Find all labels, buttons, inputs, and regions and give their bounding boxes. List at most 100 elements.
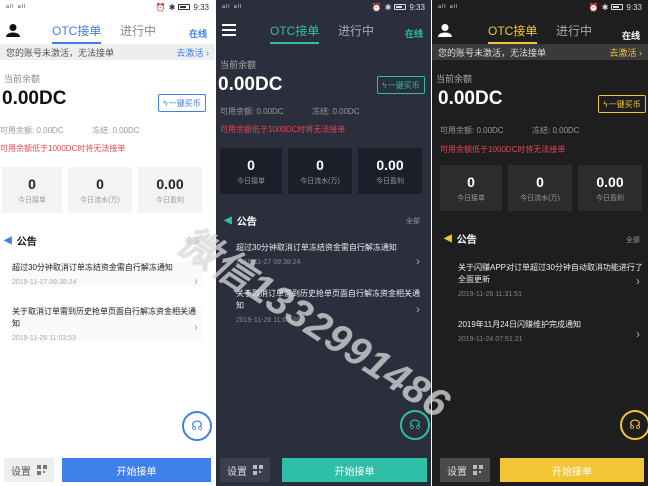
speaker-icon: ◀ (4, 235, 12, 246)
balance-warning: 可用余额低于1000DC时将无法接单 (0, 144, 126, 153)
start-orders-button[interactable]: 开始接单 (500, 458, 644, 482)
view-all-link[interactable]: 全部 (626, 235, 640, 245)
battery-icon (178, 4, 191, 10)
announcement-item[interactable]: 关于取消订单需到历史抢单页面自行解冻资金相关通知 2019-11-26 11:0… (236, 288, 424, 324)
tab-in-progress[interactable]: 进行中 (338, 22, 374, 39)
clock: 9:33 (626, 2, 642, 12)
stat-today-orders: 0 今日接单 (220, 148, 282, 194)
customer-support-button[interactable]: ☊ (182, 411, 212, 441)
speaker-icon: ◀ (224, 215, 232, 226)
bottom-bar: 设置 开始接单 (4, 458, 211, 482)
status-bar: ᵃˡˡ ᵃˡˡ ⏰ ✱ 9:33 (432, 0, 648, 14)
tab-otc-orders[interactable]: OTC接单 (488, 22, 538, 44)
header: OTC接单 进行中 在线 (216, 14, 431, 44)
balance-title: 当前余额 (4, 74, 41, 84)
alarm-icon: ⏰ (588, 2, 599, 12)
bluetooth-icon: ✱ (601, 2, 609, 12)
notice-text: 您的账号未激活，无法接单 (6, 47, 115, 58)
online-status[interactable]: 在线 (405, 27, 423, 40)
stat-today-flow: 0 今日流水(万) (68, 167, 132, 213)
signal-indicator: ᵃˡˡ ᵃˡˡ (438, 2, 459, 12)
announcement-item[interactable]: 关于闪赚APP对订单超过30分钟自动取消功能进行了全面更新 2019-11-26… (458, 262, 644, 298)
announcement-item[interactable]: 关于取消订单需到历史抢单页面自行解冻资金相关通知 2019-11-26 11:0… (12, 306, 202, 342)
signal-indicator: ᵃˡˡ ᵃˡˡ (6, 2, 27, 12)
notice-text: 您的账号未激活，无法接单 (438, 47, 547, 58)
chevron-right-icon: › (194, 320, 198, 334)
stat-today-flow: 0 今日流水(万) (288, 148, 352, 194)
one-click-buy-button[interactable]: ϟ 一键买币 (158, 94, 206, 112)
customer-support-button[interactable]: ☊ (620, 410, 648, 440)
announcement-heading: ◀ 公告 (224, 215, 257, 228)
start-orders-button[interactable]: 开始接单 (62, 458, 211, 482)
battery-icon (611, 4, 624, 10)
settings-button[interactable]: 设置 (220, 458, 270, 482)
settings-button[interactable]: 设置 (440, 458, 490, 482)
online-status[interactable]: 在线 (189, 27, 207, 40)
phone-screen-dark-teal: ᵃˡˡ ᵃˡˡ ⏰ ✱ 9:33 OTC接单 进行中 在线 当前余额 0.00D… (216, 0, 431, 486)
header: OTC接单 进行中 在线 (0, 14, 215, 44)
speaker-icon: ◀ (444, 233, 452, 244)
view-all-link[interactable]: 全部 (186, 236, 200, 246)
balance-warning: 可用余额低于1000DC时将无法接单 (220, 125, 346, 134)
available-balance: 可用余额: 0.00DC (440, 126, 504, 135)
alarm-icon: ⏰ (371, 2, 382, 12)
announcement-heading: ◀ 公告 (444, 233, 477, 246)
status-bar: ᵃˡˡ ᵃˡˡ ⏰ ✱ 9:33 (0, 0, 215, 14)
bottom-bar: 设置 开始接单 (436, 458, 644, 482)
headset-icon: ☊ (409, 417, 421, 432)
announcement-item[interactable]: 2019年11月24日闪赚维护完成通知 2019-11-24 07:51:21 … (458, 319, 644, 343)
chevron-right-icon: › (416, 254, 420, 268)
activate-link[interactable]: 去激活 › (610, 46, 643, 59)
clock: 9:33 (193, 2, 209, 12)
one-click-buy-button[interactable]: ϟ 一键买币 (598, 95, 646, 113)
stats-row: 0 今日接单 0 今日流水(万) 0.00 今日盈利 (2, 167, 202, 213)
tab-otc-orders[interactable]: OTC接单 (270, 22, 320, 44)
headset-icon: ☊ (629, 417, 641, 432)
user-icon[interactable] (6, 23, 20, 37)
stat-today-profit: 0.00 今日盈利 (138, 167, 202, 213)
battery-icon (394, 4, 407, 10)
available-balance: 可用余额: 0.00DC (0, 126, 64, 135)
stat-today-profit: 0.00 今日盈利 (578, 165, 642, 211)
header: OTC接单 进行中 在线 (432, 14, 648, 44)
chevron-right-icon: › (636, 327, 640, 341)
view-all-link[interactable]: 全部 (406, 216, 420, 226)
balance-title: 当前余额 (220, 60, 257, 70)
announcement-item[interactable]: 超过30分钟取消订单冻结资金需自行解冻通知 2019-11-27 09:38:2… (12, 262, 202, 288)
clock: 9:33 (409, 2, 425, 12)
chevron-right-icon: › (636, 274, 640, 288)
qrcode-icon (473, 465, 483, 475)
customer-support-button[interactable]: ☊ (400, 410, 430, 440)
menu-icon[interactable] (222, 23, 236, 37)
tab-otc-orders[interactable]: OTC接单 (52, 22, 102, 44)
phone-screen-dark-yellow: ᵃˡˡ ᵃˡˡ ⏰ ✱ 9:33 OTC接单 进行中 在线 您的账号未激活，无法… (432, 0, 648, 486)
bottom-bar: 设置 开始接单 (220, 458, 427, 482)
activation-notice: 您的账号未激活，无法接单 去激活 › (432, 44, 648, 60)
stat-today-profit: 0.00 今日盈利 (358, 148, 422, 194)
stat-today-orders: 0 今日接单 (2, 167, 62, 213)
online-status[interactable]: 在线 (622, 29, 640, 42)
bluetooth-icon: ✱ (168, 2, 176, 12)
available-balance: 可用余额: 0.00DC (220, 107, 284, 116)
settings-button[interactable]: 设置 (4, 458, 54, 482)
frozen-balance: 冻结: 0.00DC (92, 126, 140, 135)
start-orders-button[interactable]: 开始接单 (282, 458, 427, 482)
alarm-icon: ⏰ (155, 2, 166, 12)
stat-today-flow: 0 今日流水(万) (508, 165, 572, 211)
phone-screen-light: ᵃˡˡ ᵃˡˡ ⏰ ✱ 9:33 OTC接单 进行中 在线 您的账号未激活，无法… (0, 0, 215, 486)
activate-link[interactable]: 去激活 › (177, 46, 210, 59)
tab-in-progress[interactable]: 进行中 (120, 22, 156, 39)
qrcode-icon (253, 465, 263, 475)
balance-title: 当前余额 (436, 74, 473, 84)
signal-indicator: ᵃˡˡ ᵃˡˡ (222, 2, 243, 12)
announcement-heading: ◀ 公告 (4, 235, 37, 248)
bluetooth-icon: ✱ (384, 2, 392, 12)
announcement-item[interactable]: 超过30分钟取消订单冻结资金需自行解冻通知 2019-11-27 09:38:2… (236, 242, 424, 268)
user-icon[interactable] (438, 23, 452, 37)
screenshot-collage: ᵃˡˡ ᵃˡˡ ⏰ ✱ 9:33 OTC接单 进行中 在线 您的账号未激活，无法… (0, 0, 648, 486)
qrcode-icon (37, 465, 47, 475)
one-click-buy-button[interactable]: ϟ 一键买币 (377, 76, 425, 94)
balance-warning: 可用余额低于1000DC时将无法接单 (440, 145, 566, 154)
tab-in-progress[interactable]: 进行中 (556, 22, 592, 39)
lightning-icon: ϟ (163, 98, 168, 108)
